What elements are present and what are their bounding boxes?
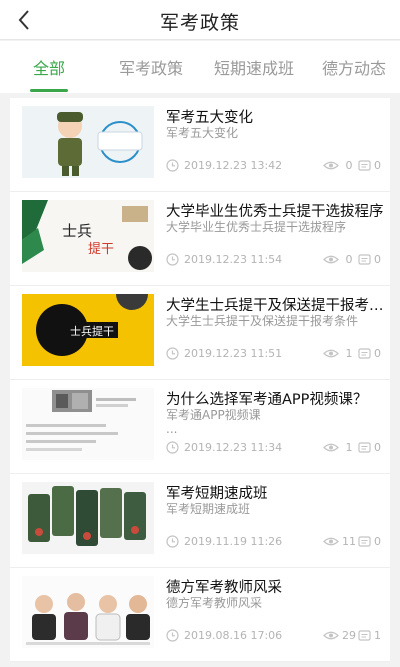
article-item[interactable]: 士兵 提干 大学毕业生优秀士兵提干选拔程序 大学毕业生优秀士兵提干选拔程序 20… [10, 192, 390, 286]
comment-count: 0 [374, 347, 381, 360]
tab-short-term-course[interactable]: 短期速成班 [205, 41, 303, 93]
article-meta: 2019.12.23 11:34 1 0 [166, 440, 388, 456]
view-count: 0 [345, 253, 353, 266]
active-tab-indicator [30, 89, 68, 92]
comment-icon [358, 536, 371, 547]
eye-icon [323, 443, 339, 452]
comment-icon [358, 160, 371, 171]
comment-icon [358, 254, 371, 265]
comment-icon [358, 630, 371, 641]
comment-count: 0 [374, 253, 381, 266]
article-subtitle: 德方军考教师风采 [166, 596, 263, 610]
article-thumbnail: 士兵提干 [22, 294, 154, 366]
tab-all[interactable]: 全部 [18, 41, 80, 93]
article-item[interactable]: 德方军考教师风采 德方军考教师风采 2019.08.16 17:06 29 1 [10, 568, 390, 662]
clock-icon [166, 253, 179, 266]
article-title: 为什么选择军考通APP视频课？ [166, 392, 368, 408]
article-item[interactable]: 为什么选择军考通APP视频课？ 军考通APP视频课 ... 2019.12.23… [10, 380, 390, 474]
article-meta: 2019.12.23 11:54 0 0 [166, 252, 388, 268]
app-header: 军考政策 [0, 0, 400, 40]
article-meta: 2019.12.23 11:51 1 0 [166, 346, 388, 362]
category-tabs: 全部 军考政策 短期速成班 德方动态 [0, 41, 400, 93]
article-title: 大学毕业生优秀士兵提干选拔程序 [166, 204, 384, 220]
article-subtitle: 军考通APP视频课 [166, 408, 261, 422]
article-meta: 2019.08.16 17:06 29 1 [166, 628, 388, 644]
comment-count: 0 [374, 159, 381, 172]
eye-icon [323, 255, 339, 264]
view-count: 0 [345, 159, 353, 172]
eye-icon [323, 161, 339, 170]
article-meta: 2019.12.23 13:42 0 0 [166, 158, 388, 174]
article-date: 2019.08.16 17:06 [184, 629, 283, 642]
thumb-caption: 士兵 [62, 222, 92, 240]
article-subtitle: 大学生士兵提干及保送提干报考条件 [166, 314, 359, 328]
article-thumbnail [22, 576, 154, 648]
eye-icon [323, 349, 339, 358]
clock-icon [166, 347, 179, 360]
page-title: 军考政策 [159, 12, 240, 34]
article-excerpt: ... [166, 422, 178, 436]
article-date: 2019.12.23 11:54 [184, 253, 283, 266]
article-thumbnail [22, 482, 154, 554]
article-thumbnail [22, 388, 154, 460]
article-title: 德方军考教师风采 [166, 580, 282, 596]
comment-count: 0 [374, 535, 381, 548]
view-count: 1 [345, 347, 353, 360]
thumb-caption: 士兵提干 [70, 325, 114, 338]
article-subtitle: 大学毕业生优秀士兵提干选拔程序 [166, 220, 347, 234]
clock-icon [166, 535, 179, 548]
view-count: 29 [342, 629, 356, 642]
eye-icon [323, 631, 339, 640]
clock-icon [166, 629, 179, 642]
article-thumbnail [22, 106, 154, 178]
article-title: 军考短期速成班 [166, 486, 268, 502]
clock-icon [166, 159, 179, 172]
article-date: 2019.11.19 11:26 [184, 535, 283, 548]
article-thumbnail: 士兵 提干 [22, 200, 154, 272]
thumb-caption: 提干 [88, 241, 114, 257]
eye-icon [323, 537, 339, 546]
article-date: 2019.12.23 13:42 [184, 159, 283, 172]
article-item[interactable]: 军考五大变化 军考五大变化 2019.12.23 13:42 0 0 [10, 98, 390, 192]
comment-count: 1 [374, 629, 381, 642]
view-count: 1 [345, 441, 353, 454]
article-item[interactable]: 士兵提干 大学生士兵提干及保送提干报考条件 大学生士兵提干及保送提干报考条件 2… [10, 286, 390, 380]
article-title: 大学生士兵提干及保送提干报考条件 [166, 298, 386, 314]
article-title: 军考五大变化 [166, 110, 253, 126]
tab-defang-news[interactable]: 德方动态 [314, 41, 394, 93]
article-subtitle: 军考短期速成班 [166, 502, 251, 516]
comment-icon [358, 442, 371, 453]
article-date: 2019.12.23 11:51 [184, 347, 283, 360]
article-meta: 2019.11.19 11:26 11 0 [166, 534, 388, 550]
article-subtitle: 军考五大变化 [166, 126, 239, 140]
comment-icon [358, 348, 371, 359]
article-date: 2019.12.23 11:34 [184, 441, 283, 454]
clock-icon [166, 441, 179, 454]
view-count: 11 [342, 535, 356, 548]
comment-count: 0 [374, 441, 381, 454]
article-item[interactable]: 军考短期速成班 军考短期速成班 2019.11.19 11:26 11 0 [10, 474, 390, 568]
tab-military-exam-policy[interactable]: 军考政策 [110, 41, 192, 93]
